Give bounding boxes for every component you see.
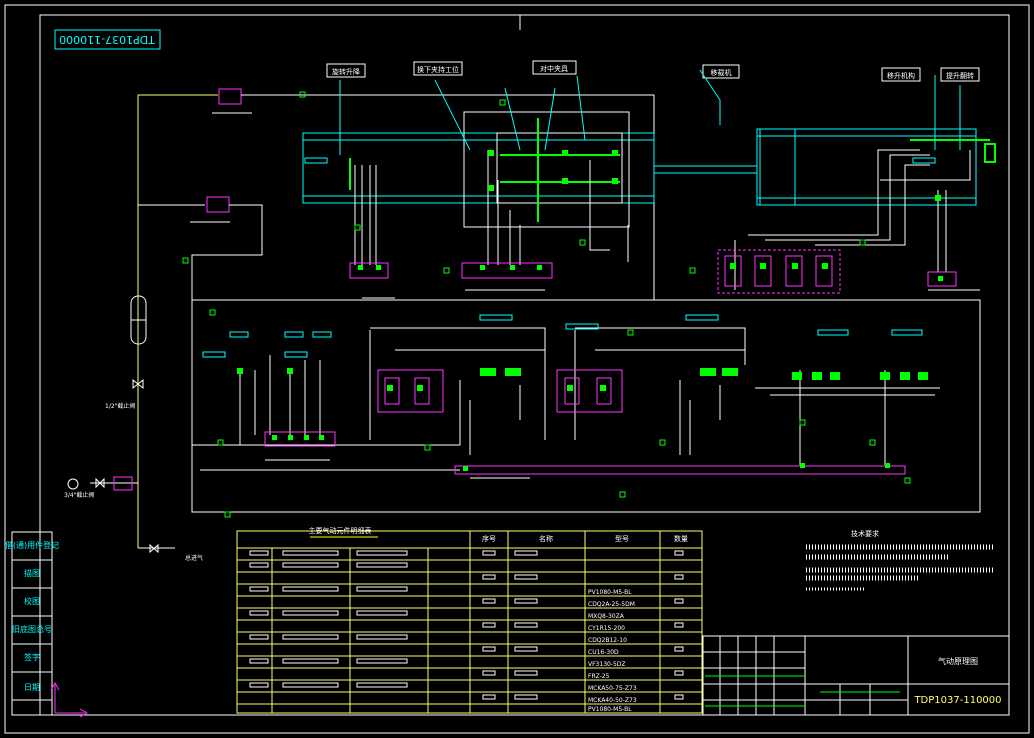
model-7: FRZ-25 [588, 673, 610, 680]
title-block-green-grid [705, 675, 900, 707]
model-6: VF3130-5DZ [588, 661, 626, 668]
model-4: CDQ2B12-10 [588, 637, 627, 644]
model-9: MCKA40-50-Z73 [588, 697, 637, 704]
manifold-bars-upper [362, 289, 980, 301]
frl-units [190, 88, 655, 300]
ucs-axis-icon [50, 681, 89, 718]
drawing-number-box-mirrored: TDP1037-110000 [54, 29, 161, 50]
valve-1-label: 1/2"截止阀 [105, 402, 135, 410]
station-label-3: 对中夹具 [540, 64, 568, 73]
model-3: CY1R15-200 [588, 625, 625, 632]
model-2: MXQ8-30ZA [588, 613, 625, 620]
model-1: CDQ2A-25-5DM [588, 601, 635, 608]
tech-requirements-text [806, 544, 993, 591]
strip-label-1: 描图 [24, 568, 40, 578]
valve-2-label: 3/4"截止阀 [64, 491, 94, 499]
valve-symbols-lower [237, 368, 928, 471]
drawing-title: 气动原理图 [938, 656, 978, 666]
model-5: CU16-30D [588, 649, 619, 656]
strip-label-0: 借(通)用件登记 [5, 540, 59, 550]
strip-label-4: 签字 [24, 652, 40, 662]
valve-manifolds-upper [349, 249, 957, 294]
green-actuators [349, 118, 996, 222]
table-title: 主要气动元件明细表 [309, 526, 372, 535]
valve-manifolds-lower [264, 369, 906, 475]
component-tags [202, 157, 936, 358]
station-label-6: 提升翻转 [946, 71, 974, 80]
tech-requirements-title: 技术要求 [851, 529, 879, 538]
leader-lines [339, 69, 961, 155]
valve-symbols-upper [358, 150, 943, 281]
model-8: MCKA50-75-Z73 [588, 685, 637, 692]
pneumatic-schematic-drawing: 借(通)用件登记 描图 校图 旧底图总号 签字 日期 TDP1037-11000… [4, 4, 1030, 734]
station-label-4: 移载机 [711, 68, 732, 77]
left-title-strip: 借(通)用件登记 描图 校图 旧底图总号 签字 日期 [5, 531, 59, 716]
model-10: PV1080-M5-BL [588, 706, 632, 713]
strip-label-5: 日期 [24, 683, 40, 692]
upper-piping [354, 149, 971, 290]
station-labels: 旋转升降 换下夹持工位 对中夹具 移载机 移升机构 提升翻转 [326, 60, 980, 82]
drawing-number-mirrored: TDP1037-110000 [59, 33, 156, 46]
model-0: PV1080-M5-BL [588, 589, 632, 596]
strip-label-3: 旧底图总号 [12, 624, 52, 634]
station-label-2: 换下夹持工位 [417, 65, 459, 74]
station-label-1: 旋转升降 [332, 67, 360, 76]
table-header-2: 型号 [615, 534, 629, 543]
drain-label: 总进气 [185, 554, 203, 562]
table-header-0: 序号 [482, 534, 496, 543]
station-label-5: 移升机构 [887, 71, 915, 80]
table-header-3: 数量 [674, 534, 688, 543]
lower-piping [191, 299, 981, 513]
strip-label-2: 校图 [24, 596, 40, 606]
upper-mechanism [302, 111, 977, 228]
drawing-number: TDP1037-110000 [913, 695, 1001, 706]
manifold-bars-lower [265, 387, 940, 479]
supply-lines [90, 94, 218, 549]
table-header-1: 名称 [539, 534, 553, 543]
